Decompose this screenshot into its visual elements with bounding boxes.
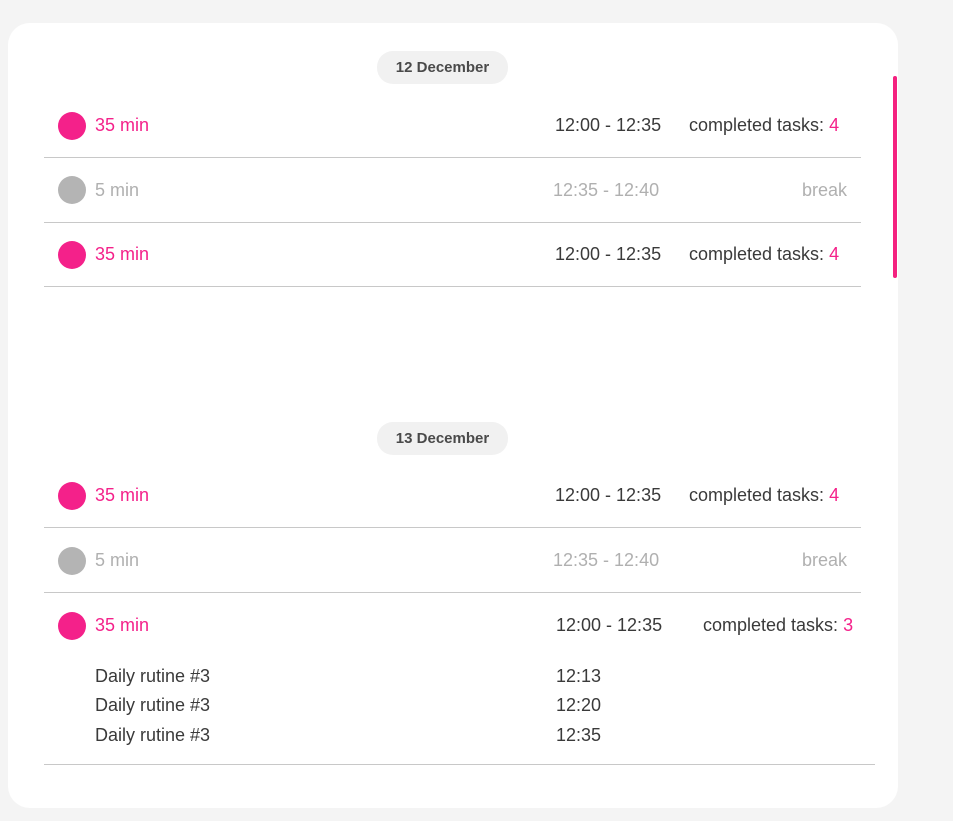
session-time-range: 12:00 - 12:35 — [555, 244, 662, 264]
completed-tasks: completed tasks: 4 — [689, 115, 839, 136]
task-name: Daily rutine #3 — [95, 695, 211, 715]
session-row-break[interactable]: 5 min 12:35 - 12:40 break — [44, 528, 861, 593]
session-row-break[interactable]: 5 min 12:35 - 12:40 break — [44, 158, 861, 223]
break-session-dot-icon — [58, 176, 86, 204]
work-session-dot-icon — [58, 612, 86, 640]
session-time-range: 12:35 - 12:40 — [553, 550, 660, 570]
session-duration: 5 min — [95, 180, 140, 200]
scrollbar-thumb[interactable] — [893, 76, 897, 278]
completed-tasks-count: 3 — [843, 615, 854, 635]
break-session-dot-icon — [58, 547, 86, 575]
date-header: 13 December — [377, 422, 508, 455]
session-duration: 35 min — [95, 485, 150, 505]
session-duration: 35 min — [95, 115, 150, 135]
session-duration: 35 min — [95, 244, 150, 264]
session-row-work[interactable]: 35 min 12:00 - 12:35 completed tasks: 4 — [44, 222, 861, 287]
session-duration: 35 min — [95, 615, 150, 635]
date-header: 12 December — [377, 51, 508, 84]
session-time-range: 12:00 - 12:35 — [556, 615, 663, 635]
task-name: Daily rutine #3 — [95, 666, 211, 686]
work-session-dot-icon — [58, 112, 86, 140]
completed-tasks-count: 4 — [829, 485, 840, 505]
work-session-dot-icon — [58, 482, 86, 510]
session-duration: 5 min — [95, 550, 140, 570]
task-time: 12:13 — [556, 666, 602, 686]
task-time: 12:20 — [556, 695, 602, 715]
completed-tasks-label: completed tasks: — [689, 485, 825, 505]
session-time-range: 12:00 - 12:35 — [555, 485, 662, 505]
session-time-range: 12:00 - 12:35 — [555, 115, 662, 135]
work-session-dot-icon — [58, 241, 86, 269]
completed-tasks: completed tasks: 4 — [689, 485, 839, 506]
completed-tasks: completed tasks: 3 — [703, 615, 853, 636]
session-row-work[interactable]: 35 min 12:00 - 12:35 completed tasks: 4 — [44, 93, 861, 158]
break-label: break — [802, 180, 848, 200]
session-time-range: 12:35 - 12:40 — [553, 180, 660, 200]
completed-tasks-label: completed tasks: — [689, 115, 825, 135]
session-row-work[interactable]: 35 min 12:00 - 12:35 completed tasks: 4 — [44, 463, 861, 528]
completed-tasks: completed tasks: 4 — [689, 244, 839, 265]
completed-tasks-label: completed tasks: — [703, 615, 839, 635]
completed-tasks-label: completed tasks: — [689, 244, 825, 264]
task-name: Daily rutine #3 — [95, 725, 211, 745]
break-label: break — [802, 550, 848, 570]
task-time: 12:35 — [556, 725, 602, 745]
divider — [44, 764, 875, 765]
completed-tasks-count: 4 — [829, 244, 840, 264]
completed-tasks-count: 4 — [829, 115, 840, 135]
